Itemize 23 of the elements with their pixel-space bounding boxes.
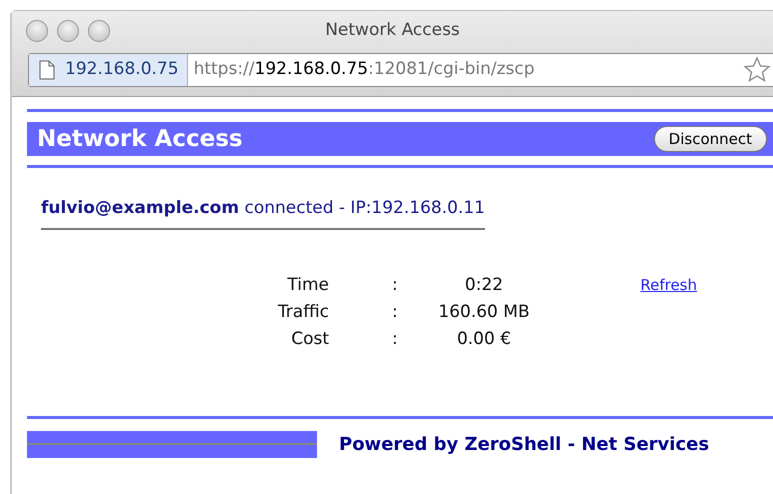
stat-value: 160.60 MB <box>438 302 530 322</box>
star-icon[interactable] <box>743 56 771 84</box>
stat-separator: : <box>392 302 398 322</box>
stat-value: 0.00 € <box>456 328 512 348</box>
connection-status: fulvio@example.com connected - IP:192.168.0.11 <box>41 196 485 230</box>
footer-text: Powered by ZeroShell - Net Services <box>339 432 710 456</box>
stat-value: 0:22 <box>464 274 504 294</box>
close-button[interactable] <box>26 20 48 42</box>
minimize-button[interactable] <box>57 20 79 42</box>
stat-separator: : <box>392 274 398 294</box>
refresh-link[interactable]: Refresh <box>640 272 697 298</box>
zoom-button[interactable] <box>88 20 110 42</box>
site-label: 192.168.0.75 <box>65 58 179 82</box>
stat-label: Traffic <box>278 302 329 322</box>
window-title: Network Access <box>325 20 460 40</box>
page-icon <box>39 60 55 80</box>
stat-separator: : <box>392 328 398 348</box>
address-field[interactable]: 192.168.0.75 https://192.168.0.75:12081/cgi-bin/zscp <box>28 53 773 87</box>
stat-label: Time <box>287 274 329 294</box>
stat-label: Cost <box>291 328 329 348</box>
url-text: https://192.168.0.75:12081/cgi-bin/zscp <box>192 58 535 82</box>
page-title: Network Access <box>37 124 243 154</box>
disconnect-button[interactable]: Disconnect <box>654 126 767 152</box>
